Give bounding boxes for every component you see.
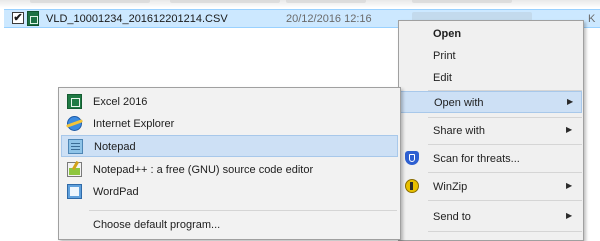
submenu-separator [89, 210, 397, 211]
submenu-item-label: Excel 2016 [93, 96, 148, 108]
csv-file-icon [27, 11, 39, 26]
menu-item-label: Share with [433, 125, 485, 137]
menu-item-winzip[interactable]: WinZip ▶ [400, 176, 582, 198]
submenu-arrow-icon: ▶ [566, 125, 573, 134]
internet-explorer-icon [67, 116, 82, 131]
menu-item-edit[interactable]: Edit [400, 67, 582, 89]
menu-item-label: Print [433, 50, 456, 62]
submenu-item-label: Notepad [94, 141, 136, 153]
submenu-item-label: Internet Explorer [93, 118, 175, 130]
context-menu: Open Print Edit Open with ▶ Share with ▶… [398, 20, 584, 241]
menu-item-scan-for-threats[interactable]: Scan for threats... [400, 148, 582, 170]
menu-item-open-with[interactable]: Open with ▶ [400, 91, 582, 113]
notepad-plus-plus-icon [67, 162, 82, 177]
excel-icon [67, 94, 82, 109]
menu-item-print[interactable]: Print [400, 45, 582, 67]
previous-row-fragment [286, 0, 366, 3]
menu-item-label: WinZip [433, 181, 468, 193]
previous-row-fragment [412, 0, 512, 3]
menu-item-open[interactable]: Open [400, 23, 582, 45]
submenu-arrow-icon: ▶ [566, 181, 573, 190]
file-date-modified: 20/12/2016 12:16 [286, 13, 372, 25]
menu-item-send-to[interactable]: Send to ▶ [400, 206, 582, 228]
open-with-notepad[interactable]: Notepad [61, 135, 398, 157]
open-with-submenu: Excel 2016 Internet Explorer Notepad Not… [58, 87, 401, 240]
previous-row-fragment [170, 0, 280, 3]
menu-item-label: Edit [433, 72, 452, 84]
open-with-wordpad[interactable]: WordPad [61, 181, 398, 203]
notepad-icon [68, 139, 83, 154]
submenu-item-label: Choose default program... [93, 219, 221, 231]
menu-separator [428, 144, 582, 145]
menu-separator [428, 172, 582, 173]
shield-icon [405, 151, 419, 165]
menu-item-label: Open with [434, 97, 484, 109]
file-checkbox[interactable]: ✔ [12, 12, 24, 24]
open-with-notepad-plus-plus[interactable]: Notepad++ : a free (GNU) source code edi… [61, 159, 398, 181]
file-name[interactable]: VLD_10001234_201612201214.CSV [46, 13, 228, 25]
menu-separator [428, 117, 582, 118]
submenu-arrow-icon: ▶ [566, 211, 573, 220]
submenu-item-label: WordPad [93, 186, 139, 198]
submenu-item-label: Notepad++ : a free (GNU) source code edi… [93, 164, 314, 176]
menu-item-share-with[interactable]: Share with ▶ [400, 120, 582, 142]
menu-item-label: Send to [433, 211, 471, 223]
file-size: K [588, 13, 596, 25]
menu-separator [428, 231, 582, 232]
previous-row-fragment [30, 0, 150, 3]
submenu-arrow-icon: ▶ [567, 97, 574, 106]
menu-item-label: Open [433, 28, 462, 40]
menu-separator [428, 200, 582, 201]
wordpad-icon [67, 184, 82, 199]
choose-default-program[interactable]: Choose default program... [61, 214, 398, 236]
winzip-icon [405, 179, 419, 193]
menu-item-label: Scan for threats... [433, 153, 520, 165]
file-list-header-strip [0, 0, 600, 8]
open-with-excel[interactable]: Excel 2016 [61, 91, 398, 113]
open-with-internet-explorer[interactable]: Internet Explorer [61, 113, 398, 135]
